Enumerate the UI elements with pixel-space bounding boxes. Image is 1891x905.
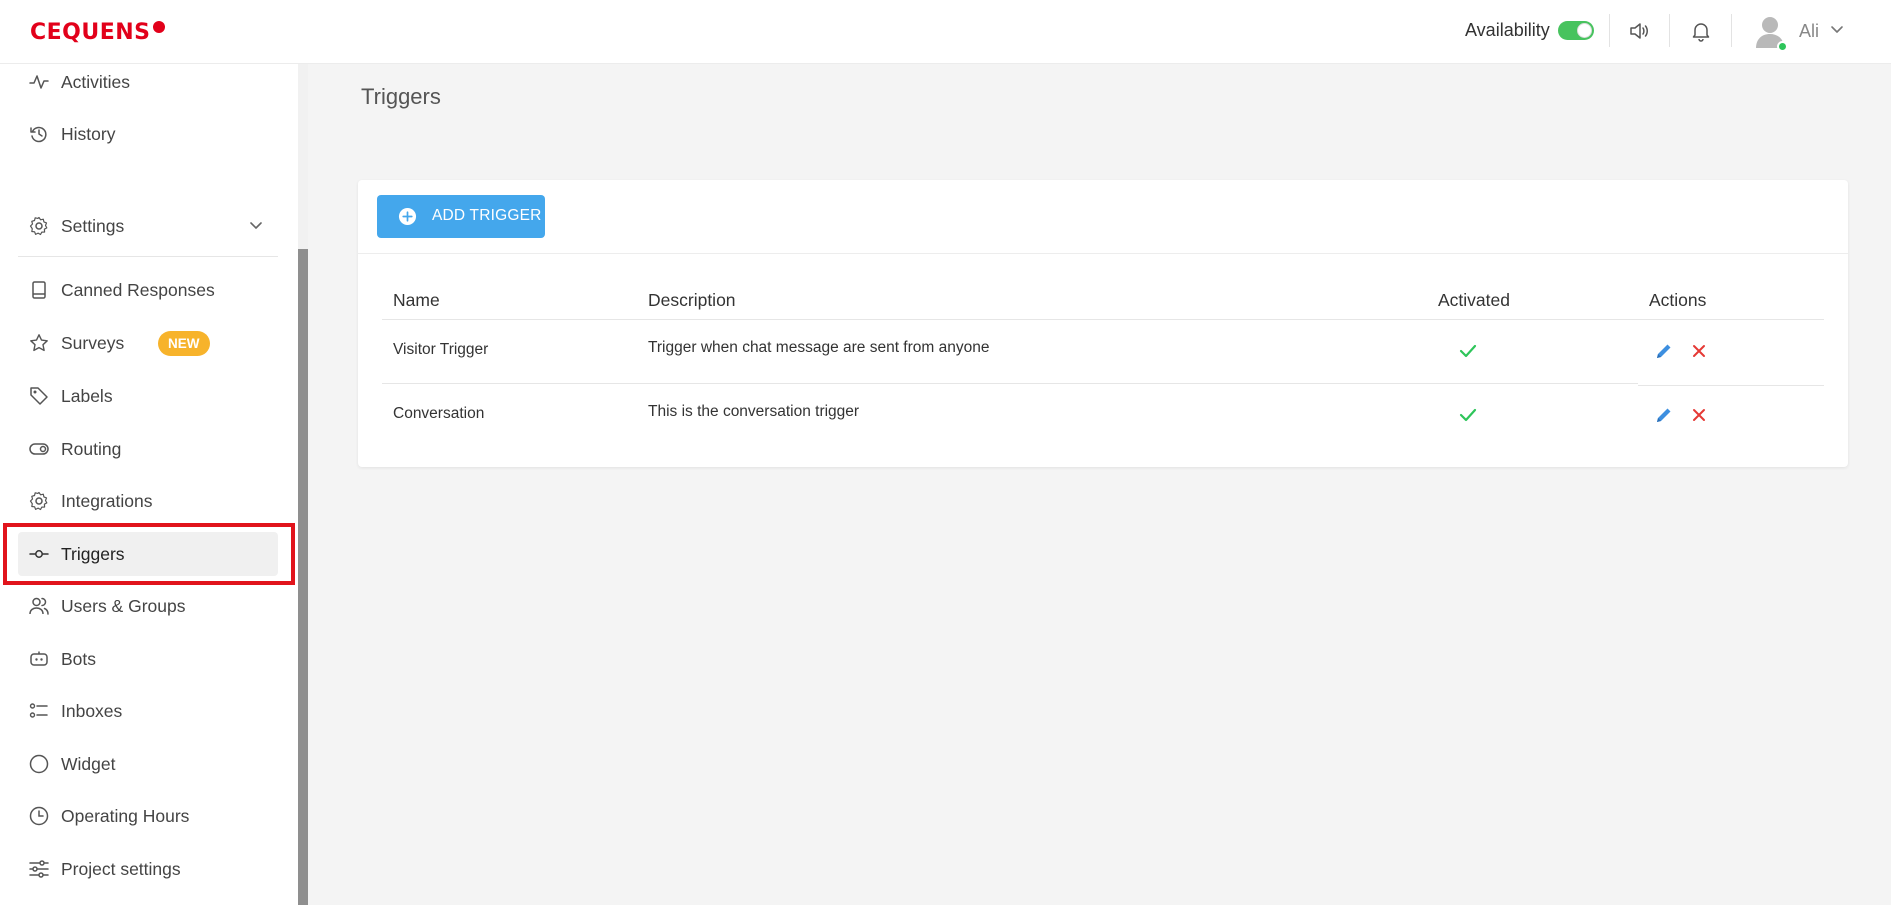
- delete-icon[interactable]: [1690, 406, 1708, 424]
- column-header-description: Description: [648, 290, 736, 310]
- sidebar-item-label: Bots: [61, 649, 97, 669]
- sliders-icon: [29, 860, 49, 878]
- sidebar-item-bots[interactable]: Bots: [18, 637, 278, 681]
- table-header-divider: [382, 319, 1824, 320]
- availability-toggle[interactable]: [1558, 21, 1594, 40]
- triggers-card: ADD TRIGGER: [358, 180, 1848, 467]
- gear-icon: [29, 491, 48, 511]
- row-divider: [1638, 385, 1824, 386]
- sidebar-item-label: Surveys: [61, 333, 125, 353]
- star-icon: [30, 334, 48, 352]
- add-trigger-button[interactable]: ADD TRIGGER: [377, 195, 545, 238]
- chevron-down-icon[interactable]: [1829, 24, 1845, 36]
- row-divider: [382, 383, 1638, 384]
- sidebar-item-label: Settings: [61, 216, 125, 236]
- chevron-down-icon[interactable]: [248, 220, 264, 232]
- sidebar-divider: [18, 256, 278, 257]
- sidebar-item-canned-responses[interactable]: Canned Responses: [18, 268, 278, 312]
- sidebar-item-project-settings[interactable]: Project settings: [18, 847, 278, 891]
- top-header: CEQUENS Availability Ali: [0, 0, 1891, 64]
- edit-icon[interactable]: [1655, 342, 1673, 360]
- sidebar-item-history[interactable]: History: [18, 112, 278, 156]
- sidebar-item-surveys[interactable]: Surveys NEW: [18, 321, 278, 365]
- bot-icon: [30, 651, 48, 666]
- sidebar-item-labels[interactable]: Labels: [18, 374, 278, 418]
- trigger-name[interactable]: Visitor Trigger: [393, 341, 488, 359]
- brand-logo-dot: [153, 21, 165, 33]
- brand-logo[interactable]: CEQUENS: [30, 20, 151, 45]
- availability-label: Availability: [1465, 20, 1550, 40]
- sidebar-item-label: Project settings: [61, 859, 181, 879]
- trigger-name[interactable]: Conversation: [393, 405, 484, 423]
- list-icon: [29, 703, 48, 718]
- edit-icon[interactable]: [1655, 406, 1673, 424]
- header-divider: [1731, 14, 1732, 47]
- sidebar: Activities History Settings Canned Respo…: [0, 64, 298, 905]
- new-badge: NEW: [158, 331, 210, 356]
- sidebar-item-label: Operating Hours: [61, 806, 190, 826]
- column-header-actions: Actions: [1649, 290, 1707, 310]
- activity-icon: [29, 75, 49, 89]
- add-trigger-label: ADD TRIGGER: [432, 207, 542, 224]
- bell-icon[interactable]: [1689, 19, 1713, 43]
- trigger-description: Trigger when chat message are sent from …: [648, 339, 990, 356]
- gear-icon: [29, 216, 48, 236]
- sidebar-item-label: History: [61, 124, 116, 144]
- column-header-name: Name: [393, 290, 440, 310]
- sidebar-item-label: Inboxes: [61, 701, 123, 721]
- history-icon: [30, 126, 47, 143]
- page-title: Triggers: [361, 84, 441, 109]
- sidebar-scrollbar[interactable]: [298, 64, 308, 905]
- delete-icon[interactable]: [1690, 342, 1708, 360]
- toggle-icon: [29, 443, 49, 455]
- check-icon: [1459, 408, 1477, 422]
- header-divider: [1609, 14, 1610, 47]
- sidebar-item-label: Canned Responses: [61, 280, 215, 300]
- sidebar-item-widget[interactable]: Widget: [18, 742, 278, 786]
- users-icon: [29, 597, 49, 615]
- sidebar-item-inboxes[interactable]: Inboxes: [18, 689, 278, 733]
- book-icon: [32, 281, 46, 299]
- check-icon: [1459, 344, 1477, 358]
- tag-icon: [30, 387, 48, 405]
- sidebar-item-label: Users & Groups: [61, 596, 186, 616]
- toggle-knob: [1577, 23, 1592, 38]
- sidebar-item-label: Widget: [61, 754, 116, 774]
- column-header-activated: Activated: [1438, 290, 1510, 310]
- online-status-dot: [1777, 41, 1788, 52]
- sidebar-item-operating-hours[interactable]: Operating Hours: [18, 794, 278, 838]
- card-header: ADD TRIGGER: [358, 180, 1848, 254]
- circle-icon: [29, 754, 49, 774]
- sidebar-item-label: Activities: [61, 72, 131, 92]
- sidebar-item-settings[interactable]: Settings: [18, 204, 278, 248]
- header-divider: [1669, 14, 1670, 47]
- user-name[interactable]: Ali: [1799, 21, 1819, 42]
- sidebar-item-users-groups[interactable]: Users & Groups: [18, 584, 278, 628]
- scrollbar-thumb[interactable]: [298, 249, 308, 905]
- highlight-outline: [3, 523, 295, 585]
- sidebar-item-integrations[interactable]: Integrations: [18, 479, 278, 523]
- sidebar-item-label: Integrations: [61, 491, 153, 511]
- sidebar-item-routing[interactable]: Routing: [18, 427, 278, 471]
- sidebar-item-activities[interactable]: Activities: [18, 64, 278, 104]
- plus-circle-icon: [398, 207, 417, 226]
- trigger-description: This is the conversation trigger: [648, 403, 860, 420]
- speaker-icon[interactable]: [1627, 19, 1651, 43]
- sidebar-item-label: Labels: [61, 386, 113, 406]
- clock-icon: [29, 806, 49, 826]
- sidebar-item-label: Routing: [61, 439, 122, 459]
